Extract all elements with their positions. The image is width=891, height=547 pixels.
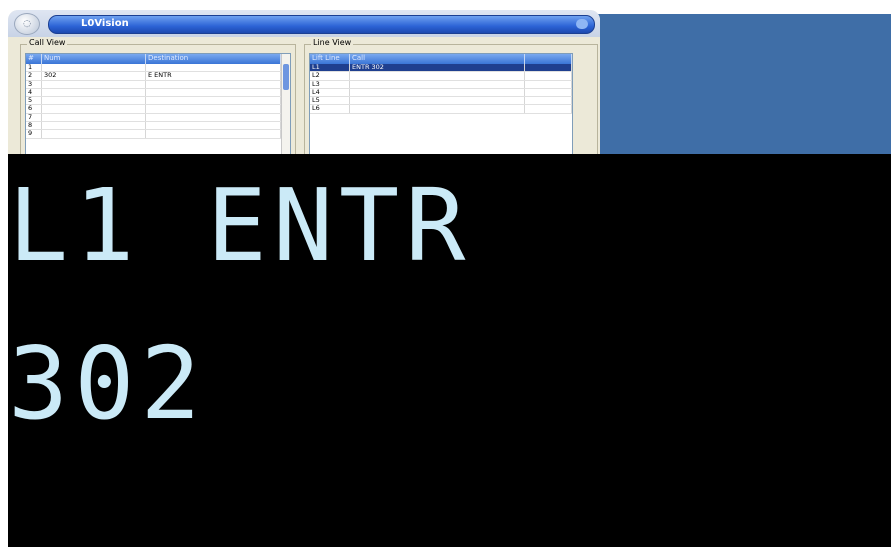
line-view-cell: L2 xyxy=(310,72,350,80)
call-view-cell xyxy=(146,122,281,130)
large-display: L1 ENTR 302 xyxy=(8,154,891,547)
column-header-extra[interactable] xyxy=(525,54,572,64)
call-view-cell xyxy=(146,105,281,113)
line-view-cell xyxy=(350,72,525,80)
call-view-cell xyxy=(42,80,146,88)
application-window: ◌ L0Vision Call View # Num Destination 1… xyxy=(8,10,600,156)
call-view-header: # Num Destination xyxy=(26,54,290,64)
line-view-row[interactable]: L6 xyxy=(310,105,572,114)
line-view-cell: L6 xyxy=(310,105,350,113)
title-bar: ◌ L0Vision xyxy=(8,10,600,37)
line-view-header: Lift Line Call xyxy=(310,54,572,64)
call-view-cell: 6 xyxy=(26,105,42,113)
line-view-panel: Line View Lift Line Call L1 ENTR 302 L2 L3 L… xyxy=(304,38,598,156)
call-view-row[interactable]: 7 xyxy=(26,113,290,123)
call-view-cell: 9 xyxy=(26,130,42,138)
column-header-num[interactable]: Num xyxy=(42,54,146,64)
call-view-cell xyxy=(146,64,281,72)
call-view-row[interactable]: 2 302 E ENTR xyxy=(26,72,290,81)
column-header-call[interactable]: Call xyxy=(350,54,525,64)
call-view-cell: 302 xyxy=(42,72,146,80)
call-view-cell: 1 xyxy=(26,64,42,72)
line-view-row[interactable]: L3 xyxy=(310,80,572,89)
call-view-cell: 2 xyxy=(26,72,42,80)
call-view-cell xyxy=(42,105,146,113)
call-view-cell: 4 xyxy=(26,88,42,97)
call-view-cell: 3 xyxy=(26,80,42,88)
call-view-scrollbar[interactable] xyxy=(281,54,290,156)
scroll-thumb[interactable] xyxy=(283,64,289,90)
display-line-2: 302 xyxy=(8,325,207,442)
call-view-row[interactable]: 6 xyxy=(26,105,290,114)
line-view-cell xyxy=(350,88,525,97)
line-view-row[interactable]: L4 xyxy=(310,88,572,98)
display-line-1: L1 ENTR xyxy=(8,167,472,284)
call-view-cell xyxy=(42,97,146,105)
call-view-cell xyxy=(42,122,146,130)
call-view-row[interactable]: 4 xyxy=(26,88,290,98)
line-view-cell xyxy=(350,80,525,88)
call-view-cell: 7 xyxy=(26,113,42,122)
title-pill: L0Vision xyxy=(48,15,595,34)
line-view-cell xyxy=(525,97,572,105)
call-view-grid[interactable]: # Num Destination 1 2 302 E ENTR 3 4 5 6 7 8 9 xyxy=(25,53,291,156)
call-view-cell xyxy=(146,97,281,105)
call-view-cell xyxy=(42,113,146,122)
call-view-cell: E ENTR xyxy=(146,72,281,80)
line-view-cell xyxy=(350,105,525,113)
app-menu-icon[interactable]: ◌ xyxy=(14,13,40,35)
line-view-legend: Line View xyxy=(311,38,354,47)
call-view-cell xyxy=(146,88,281,97)
call-view-row[interactable]: 5 xyxy=(26,97,290,106)
call-view-cell xyxy=(146,80,281,88)
call-view-cell xyxy=(146,113,281,122)
line-view-cell xyxy=(525,88,572,97)
line-view-cell xyxy=(525,80,572,88)
call-view-cell: 5 xyxy=(26,97,42,105)
call-view-panel: Call View # Num Destination 1 2 302 E ENTR 3… xyxy=(20,38,296,156)
desktop-background xyxy=(598,14,891,154)
line-view-cell xyxy=(525,64,572,72)
title-bar-cap xyxy=(576,19,588,29)
call-view-cell xyxy=(42,88,146,97)
call-view-cell xyxy=(42,130,146,138)
line-view-row[interactable]: L5 xyxy=(310,97,572,106)
line-view-cell: L1 xyxy=(310,64,350,72)
call-view-cell xyxy=(146,130,281,138)
column-header-lift-line[interactable]: Lift Line xyxy=(310,54,350,64)
line-view-cell xyxy=(525,72,572,80)
line-view-row[interactable]: L2 xyxy=(310,72,572,81)
line-view-cell: L5 xyxy=(310,97,350,105)
call-view-row[interactable]: 8 xyxy=(26,122,290,131)
line-view-cell: L4 xyxy=(310,88,350,97)
line-view-cell: ENTR 302 xyxy=(350,64,525,72)
column-header-index[interactable]: # xyxy=(26,54,42,64)
line-view-cell: L3 xyxy=(310,80,350,88)
call-view-cell xyxy=(42,64,146,72)
line-view-row[interactable]: L1 ENTR 302 xyxy=(310,64,572,73)
window-title: L0Vision xyxy=(81,18,129,29)
call-view-row[interactable]: 1 xyxy=(26,64,290,73)
call-view-cell: 8 xyxy=(26,122,42,130)
call-view-legend: Call View xyxy=(27,38,68,47)
call-view-row[interactable]: 3 xyxy=(26,80,290,89)
line-view-grid[interactable]: Lift Line Call L1 ENTR 302 L2 L3 L4 L5 L6 xyxy=(309,53,573,156)
call-view-row[interactable]: 9 xyxy=(26,130,290,139)
line-view-cell xyxy=(525,105,572,113)
column-header-destination[interactable]: Destination xyxy=(146,54,281,64)
line-view-cell xyxy=(350,97,525,105)
